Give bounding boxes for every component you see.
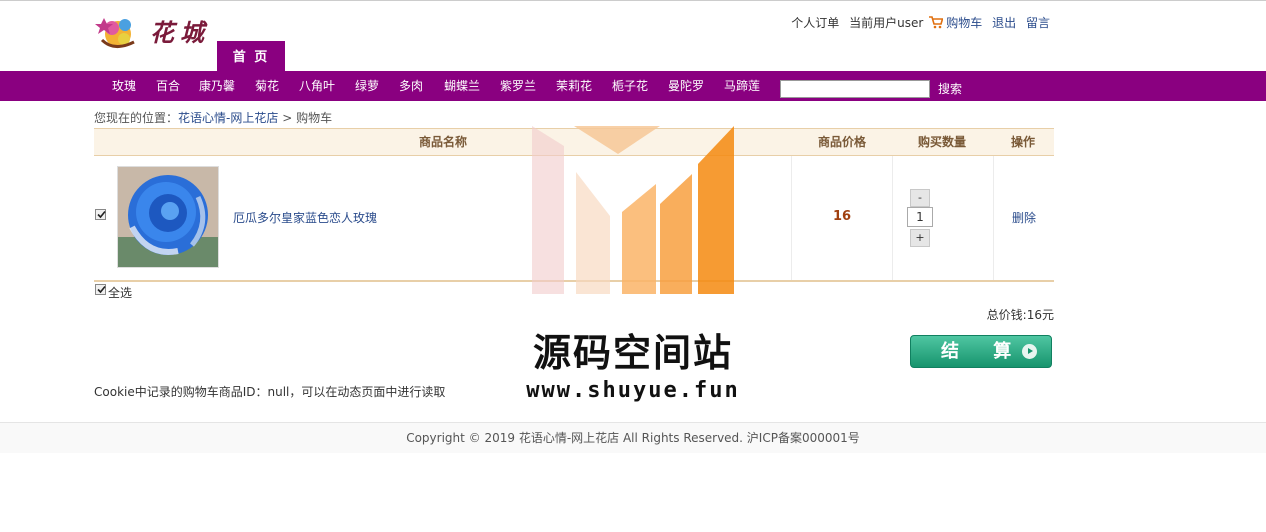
- category-item[interactable]: 多肉: [399, 71, 423, 101]
- logout-link[interactable]: 退出: [992, 16, 1016, 30]
- svg-text:城: 城: [180, 18, 208, 47]
- category-item[interactable]: 绿萝: [355, 71, 379, 101]
- search-button[interactable]: 搜索: [938, 80, 962, 98]
- watermark-logo: [530, 124, 736, 294]
- breadcrumb: 您现在的位置：花语心情-网上花店 > 购物车: [94, 109, 332, 126]
- qty-plus-button[interactable]: +: [910, 229, 930, 247]
- col-header-price: 商品价格: [817, 135, 866, 149]
- product-thumbnail[interactable]: [117, 166, 219, 268]
- product-name-link[interactable]: 厄瓜多尔皇家蓝色恋人玫瑰: [233, 209, 377, 226]
- category-item[interactable]: 康乃馨: [199, 71, 235, 101]
- qty-minus-button[interactable]: -: [910, 189, 930, 207]
- category-item[interactable]: 马蹄莲: [724, 71, 760, 101]
- orders-link[interactable]: 个人订单: [791, 16, 839, 30]
- category-item[interactable]: 菊花: [255, 71, 279, 101]
- svg-text:花: 花: [150, 18, 178, 47]
- breadcrumb-prefix: 您现在的位置：: [94, 111, 179, 125]
- footer-copyright: Copyright © 2019 花语心情-网上花店 All Rights Re…: [0, 422, 1266, 453]
- breadcrumb-current: 购物车: [296, 111, 333, 125]
- category-item[interactable]: 玫瑰: [112, 71, 136, 101]
- col-header-action: 操作: [1010, 135, 1035, 149]
- checkout-button[interactable]: 结 算: [910, 335, 1052, 368]
- watermark-title: 源码空间站: [532, 331, 733, 375]
- top-border: [0, 0, 1266, 1]
- column-divider: [892, 156, 893, 280]
- breadcrumb-separator: >: [282, 111, 293, 125]
- category-item[interactable]: 蝴蝶兰: [444, 71, 480, 101]
- arrow-right-icon: [1022, 344, 1037, 359]
- nav-home-tab[interactable]: 首 页: [217, 41, 285, 71]
- category-item[interactable]: 栀子花: [612, 71, 648, 101]
- cart-link[interactable]: 购物车: [946, 16, 982, 30]
- cart-icon: [929, 16, 944, 29]
- user-links: 个人订单 当前用户user 购物车 退出 留言: [791, 14, 1050, 31]
- total-price: 总价钱:16元: [986, 308, 1054, 322]
- delete-link[interactable]: 删除: [994, 209, 1054, 226]
- watermark-url: www.shuyue.fun: [526, 378, 740, 403]
- current-user-label: 当前用户user: [849, 16, 924, 30]
- search-input[interactable]: [780, 80, 930, 98]
- site-logo[interactable]: 花 城: [94, 10, 216, 54]
- select-all-label[interactable]: 全选: [108, 284, 132, 301]
- category-item[interactable]: 曼陀罗: [668, 71, 704, 101]
- qty-input[interactable]: 1: [907, 207, 933, 227]
- select-all-checkbox[interactable]: [95, 284, 106, 295]
- col-header-qty: 购买数量: [917, 135, 966, 149]
- category-item[interactable]: 茉莉花: [556, 71, 592, 101]
- checkout-label: 结 算: [941, 341, 1026, 362]
- category-item[interactable]: 紫罗兰: [500, 71, 536, 101]
- breadcrumb-home-link[interactable]: 花语心情-网上花店: [178, 111, 278, 125]
- cookie-note: Cookie中记录的购物车商品ID：null，可以在动态页面中进行读取: [94, 385, 446, 399]
- product-price: 16: [832, 209, 852, 224]
- category-item[interactable]: 百合: [156, 71, 180, 101]
- category-item[interactable]: 八角叶: [299, 71, 335, 101]
- row-checkbox[interactable]: [95, 209, 106, 220]
- category-bar: 玫瑰 百合 康乃馨 菊花 八角叶 绿萝 多肉 蝴蝶兰 紫罗兰 茉莉花 栀子花 曼…: [0, 71, 1266, 101]
- message-link[interactable]: 留言: [1026, 16, 1050, 30]
